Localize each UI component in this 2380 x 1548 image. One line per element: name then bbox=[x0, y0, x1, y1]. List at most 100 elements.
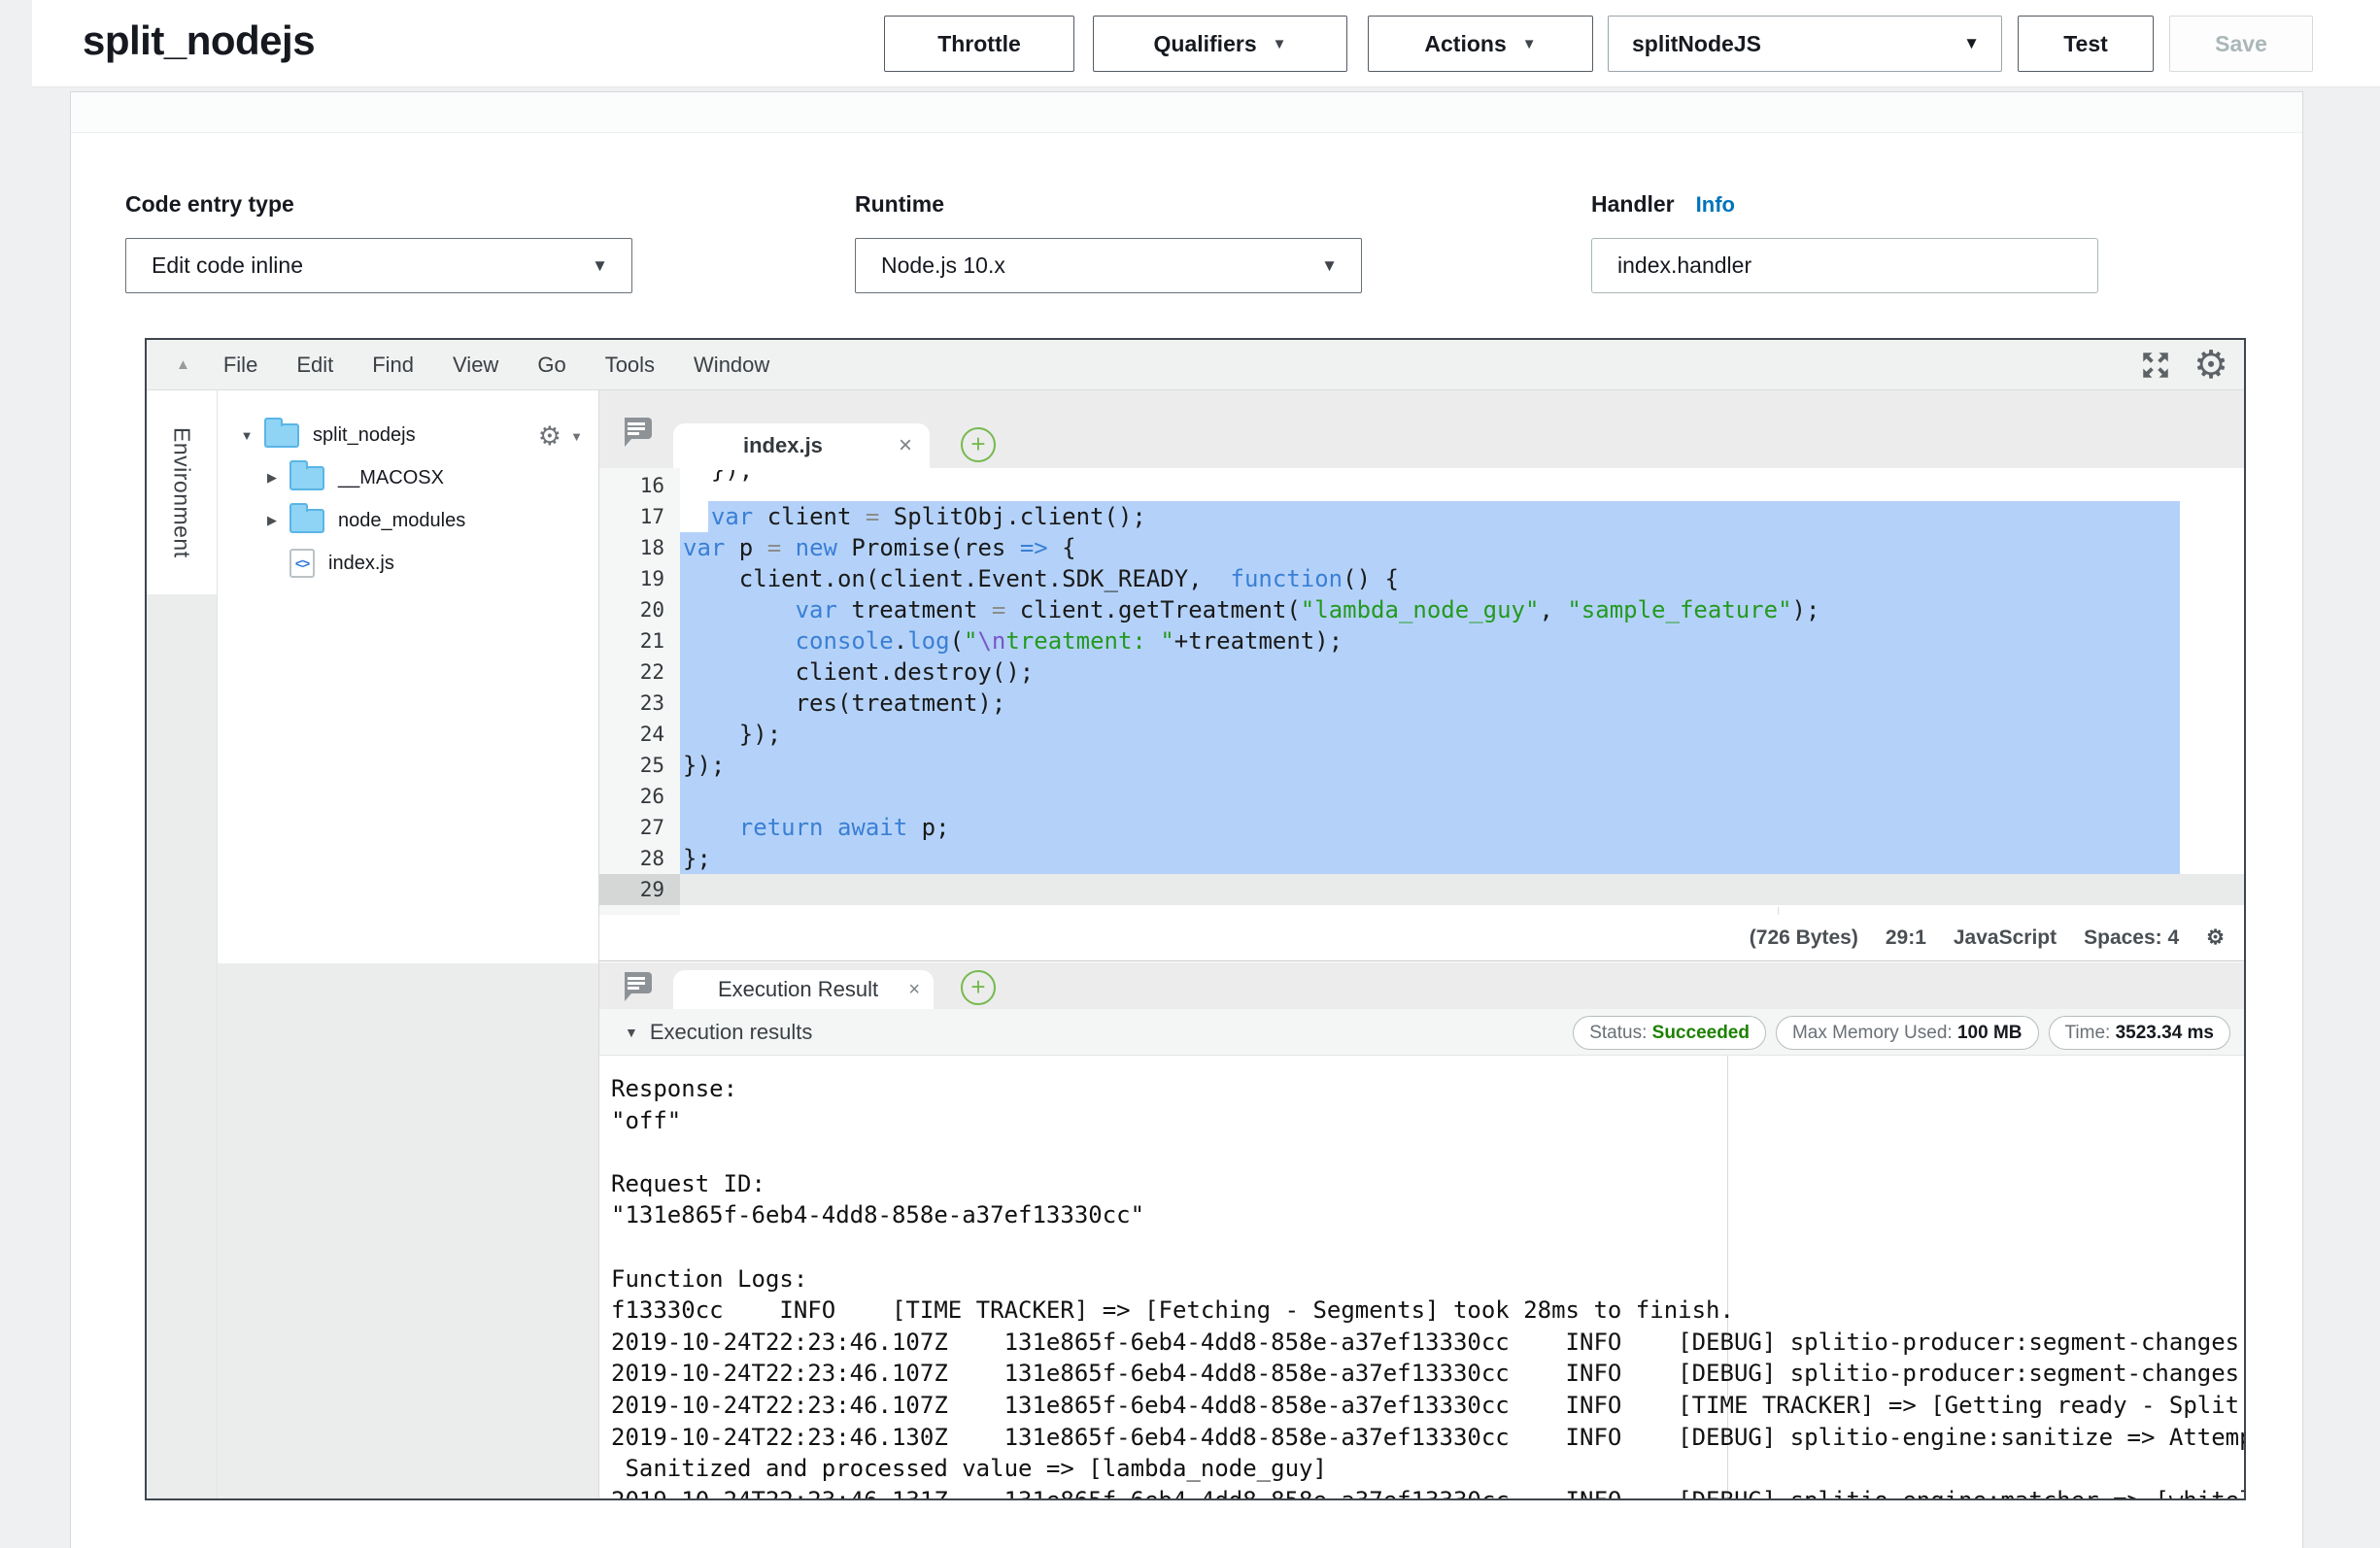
clipped-card-header: Function code Info bbox=[71, 92, 2302, 133]
code-line[interactable]: }); bbox=[680, 470, 2244, 501]
code-editor-area[interactable]: 1617181920212223242526272829 }); var cli… bbox=[599, 468, 2244, 915]
code-line[interactable]: var client = SplitObj.client(); bbox=[680, 501, 2244, 532]
handler-info-link[interactable]: Info bbox=[1696, 192, 1735, 217]
file-size-status: (726 Bytes) bbox=[1750, 926, 1858, 950]
caret-right-icon[interactable]: ▶ bbox=[264, 470, 280, 486]
close-tab-icon[interactable]: × bbox=[908, 979, 920, 1001]
tree-settings-gear-icon[interactable]: ⚙ bbox=[538, 421, 561, 452]
chevron-down-icon: ▼ bbox=[1321, 256, 1338, 276]
results-tabbar: Execution Result × + bbox=[599, 962, 2244, 1009]
print-margin-line bbox=[1778, 907, 1779, 915]
clipped-info-link: Info bbox=[786, 92, 833, 95]
environment-tab[interactable]: Environment bbox=[147, 390, 217, 594]
menu-item-window[interactable]: Window bbox=[694, 353, 769, 377]
language-status[interactable]: JavaScript bbox=[1954, 926, 2057, 950]
chevron-down-icon: ▼ bbox=[570, 429, 583, 444]
function-name-title: split_nodejs bbox=[83, 17, 315, 64]
menu-item-file[interactable]: File bbox=[223, 353, 257, 377]
code-line[interactable] bbox=[680, 781, 2244, 812]
line-number: 28 bbox=[599, 843, 680, 874]
tab-indexjs[interactable]: index.js × bbox=[673, 423, 930, 468]
status-settings-gear-icon[interactable]: ⚙ bbox=[2206, 927, 2225, 948]
caret-down-icon[interactable]: ▼ bbox=[239, 428, 255, 443]
editor-tabbar: index.js × + bbox=[599, 390, 2244, 468]
page: split_nodejs Throttle Qualifiers ▼ Actio… bbox=[0, 0, 2380, 1548]
tree-item-root-folder[interactable]: ▼ split_nodejs ⚙ ▼ bbox=[218, 414, 598, 456]
folder-icon bbox=[289, 466, 324, 490]
line-number-gutter: 1617181920212223242526272829 bbox=[599, 468, 680, 915]
folder-icon bbox=[289, 509, 324, 533]
log-line: 2019-10-24T22:23:46.107Z 131e865f-6eb4-4… bbox=[611, 1390, 2244, 1422]
tab-list-icon[interactable] bbox=[621, 972, 652, 1001]
line-number: 29 bbox=[599, 874, 680, 905]
runtime-select[interactable]: Node.js 10.x ▼ bbox=[855, 238, 1362, 293]
caret-right-icon[interactable]: ▶ bbox=[264, 513, 280, 528]
log-line: Request ID: bbox=[611, 1168, 2244, 1200]
log-line bbox=[611, 1231, 2244, 1263]
tab-list-icon[interactable] bbox=[621, 418, 652, 447]
line-number: 16 bbox=[599, 470, 680, 501]
line-number: 25 bbox=[599, 750, 680, 781]
cursor-position-status[interactable]: 29:1 bbox=[1886, 926, 1926, 950]
tree-item-macosx-folder[interactable]: ▶ __MACOSX bbox=[218, 456, 598, 499]
close-tab-icon[interactable]: × bbox=[899, 432, 912, 459]
editor-main-column: index.js × + 161718192021222324252627282… bbox=[599, 390, 2244, 1498]
code-entry-type-select[interactable]: Edit code inline ▼ bbox=[125, 238, 632, 293]
runtime-label: Runtime bbox=[855, 191, 944, 218]
code-line[interactable]: var p = new Promise(res => { bbox=[680, 532, 2244, 563]
menu-item-edit[interactable]: Edit bbox=[296, 353, 333, 377]
code-line[interactable]: console.log("\ntreatment: "+treatment); bbox=[680, 625, 2244, 656]
tab-execution-result[interactable]: Execution Result × bbox=[673, 970, 934, 1009]
execution-results-toggle[interactable]: ▼ Execution results bbox=[625, 1009, 812, 1056]
time-badge: Time: 3523.34 ms bbox=[2049, 1016, 2231, 1050]
code-editor-ide: ▲ File Edit Find View Go Tools Window ⚙ bbox=[145, 338, 2246, 1500]
page-header: split_nodejs Throttle Qualifiers ▼ Actio… bbox=[32, 0, 2380, 87]
code-line[interactable]: var treatment = client.getTreatment("lam… bbox=[680, 594, 2244, 625]
chevron-down-icon: ▼ bbox=[1963, 34, 1980, 53]
log-line: "off" bbox=[611, 1105, 2244, 1137]
code-lines[interactable]: }); var client = SplitObj.client();var p… bbox=[680, 468, 2244, 915]
code-line[interactable]: }; bbox=[680, 843, 2244, 874]
log-line: Sanitized and processed value => [lambda… bbox=[611, 1453, 2244, 1485]
new-tab-icon[interactable]: + bbox=[961, 427, 996, 462]
fullscreen-icon[interactable] bbox=[2139, 349, 2172, 382]
code-line[interactable] bbox=[680, 874, 2244, 905]
tree-item-indexjs-file[interactable]: <> index.js bbox=[218, 542, 598, 585]
function-code-card: Function code Info Code entry type Runti… bbox=[70, 91, 2303, 1548]
code-line[interactable]: }); bbox=[680, 750, 2244, 781]
indentation-status[interactable]: Spaces: 4 bbox=[2084, 926, 2179, 950]
line-number: 21 bbox=[599, 625, 680, 656]
code-line[interactable]: client.on(client.Event.SDK_READY, functi… bbox=[680, 563, 2244, 594]
menu-item-find[interactable]: Find bbox=[372, 353, 414, 377]
line-number: 23 bbox=[599, 688, 680, 719]
log-line: 2019-10-24T22:23:46.131Z 131e865f-6eb4-4… bbox=[611, 1485, 2244, 1498]
memory-badge: Max Memory Used: 100 MB bbox=[1776, 1016, 2039, 1050]
tree-item-node-modules-folder[interactable]: ▶ node_modules bbox=[218, 499, 598, 542]
collapse-editor-icon[interactable]: ▲ bbox=[176, 356, 190, 373]
code-entry-type-label: Code entry type bbox=[125, 191, 294, 218]
ide-settings-gear-icon[interactable]: ⚙ bbox=[2193, 346, 2228, 385]
log-line: 2019-10-24T22:23:46.107Z 131e865f-6eb4-4… bbox=[611, 1358, 2244, 1390]
ide-menu: File Edit Find View Go Tools Window bbox=[223, 353, 808, 378]
code-line[interactable]: return await p; bbox=[680, 812, 2244, 843]
throttle-button[interactable]: Throttle bbox=[884, 16, 1074, 72]
chevron-down-icon: ▼ bbox=[1273, 36, 1287, 52]
log-line: 2019-10-24T22:23:46.107Z 131e865f-6eb4-4… bbox=[611, 1327, 2244, 1359]
editor-status-bar: (726 Bytes) 29:1 JavaScript Spaces: 4 ⚙ bbox=[599, 915, 2244, 961]
menu-item-tools[interactable]: Tools bbox=[605, 353, 655, 377]
actions-button[interactable]: Actions ▼ bbox=[1368, 16, 1593, 72]
new-tab-icon[interactable]: + bbox=[961, 970, 996, 1005]
qualifiers-button[interactable]: Qualifiers ▼ bbox=[1093, 16, 1347, 72]
menu-item-view[interactable]: View bbox=[453, 353, 498, 377]
code-line[interactable]: }); bbox=[680, 719, 2244, 750]
status-badge: Status: Succeeded bbox=[1573, 1016, 1766, 1050]
code-line[interactable]: res(treatment); bbox=[680, 688, 2244, 719]
handler-input[interactable] bbox=[1591, 238, 2098, 293]
save-button[interactable]: Save bbox=[2169, 16, 2313, 72]
line-number: 19 bbox=[599, 563, 680, 594]
test-button[interactable]: Test bbox=[2018, 16, 2154, 72]
test-event-select[interactable]: splitNodeJS ▼ bbox=[1608, 16, 2002, 72]
caret-down-icon: ▼ bbox=[625, 1025, 638, 1040]
code-line[interactable]: client.destroy(); bbox=[680, 656, 2244, 688]
menu-item-go[interactable]: Go bbox=[537, 353, 565, 377]
